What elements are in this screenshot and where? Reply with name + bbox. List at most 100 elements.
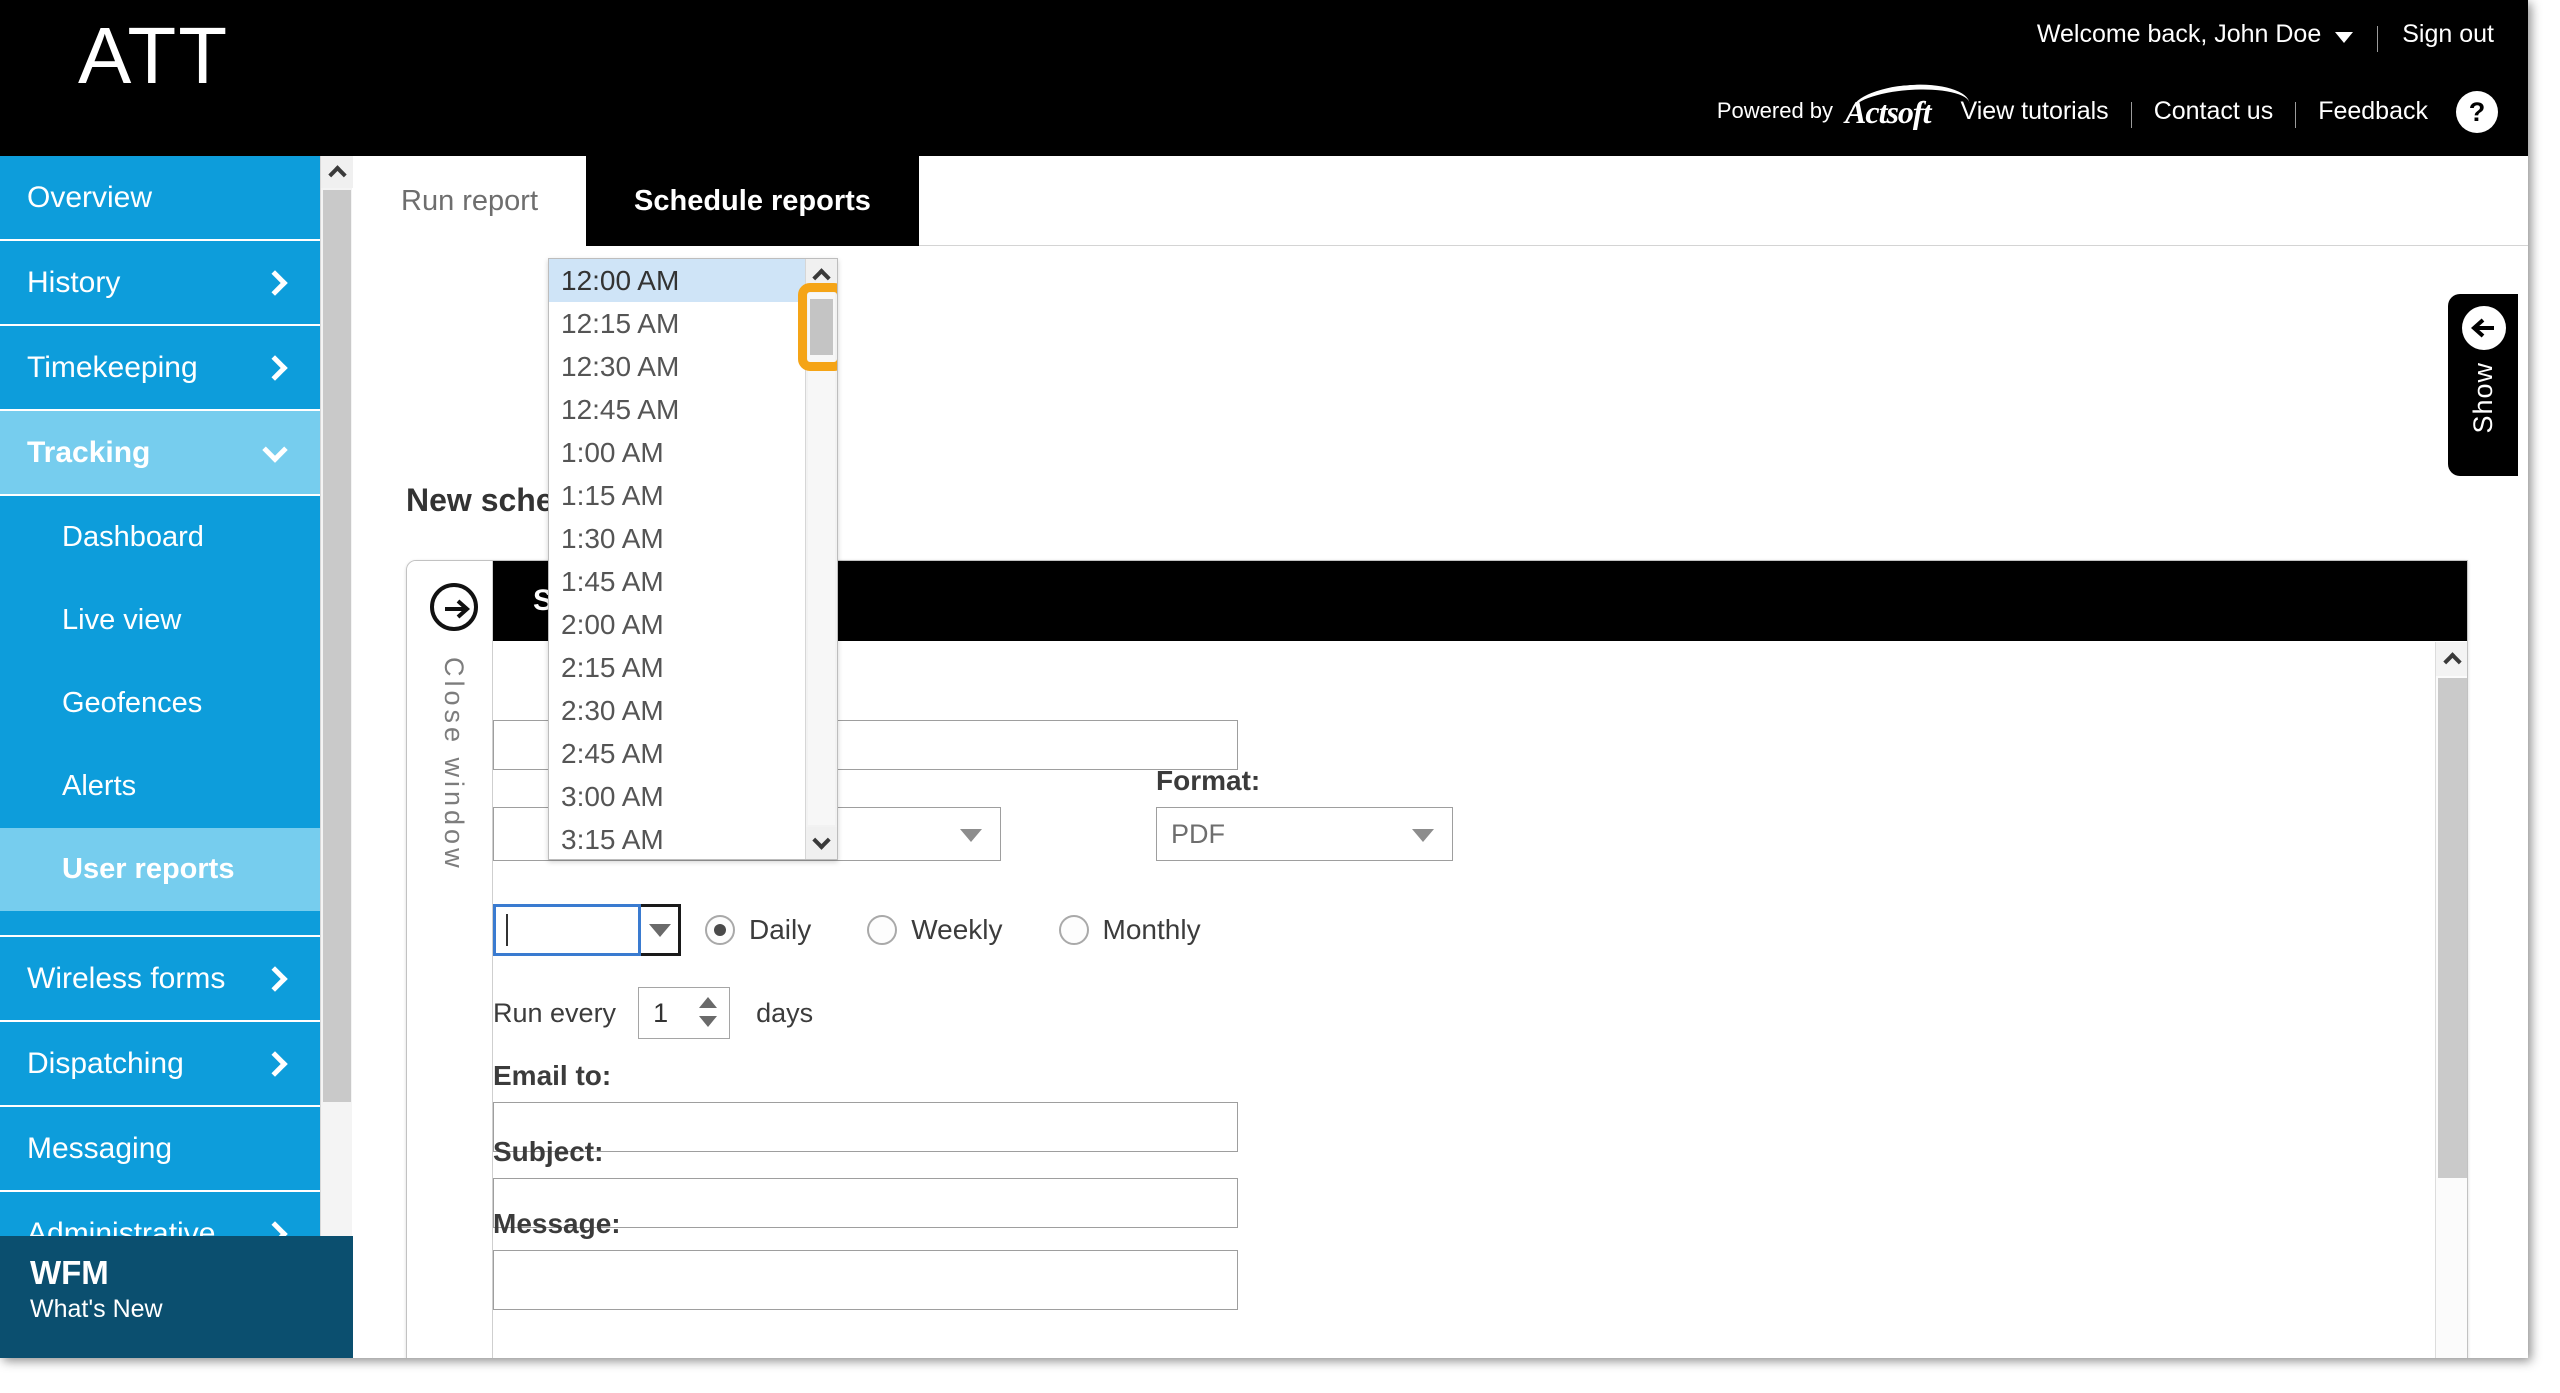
sidebar-item-label: History [27, 265, 121, 299]
time-option[interactable]: 12:45 AM [549, 388, 805, 431]
sidebar-item-label: Alerts [62, 770, 137, 802]
chevron-down-icon[interactable] [960, 829, 982, 842]
radio-button[interactable] [867, 915, 898, 945]
time-option[interactable]: 2:15 AM [549, 646, 805, 689]
dropdown-scroll-track[interactable] [808, 293, 835, 825]
header-divider [2377, 25, 2379, 52]
time-option[interactable]: 1:30 AM [549, 517, 805, 560]
sidebar-item-live-view[interactable]: Live view [0, 579, 320, 662]
run-every-suffix-label: days [756, 997, 814, 1028]
email-to-input[interactable] [493, 1102, 1238, 1152]
radio-weekly[interactable]: Weekly [867, 914, 1003, 946]
help-icon[interactable]: ? [2456, 91, 2498, 133]
sidebar-item-wireless-forms[interactable]: Wireless forms [0, 937, 320, 1022]
message-label: Message: [493, 1208, 621, 1239]
scroll-up-icon[interactable] [806, 259, 837, 291]
tab-schedule-reports[interactable]: Schedule reports [586, 156, 919, 246]
time-input[interactable] [493, 904, 641, 956]
time-option[interactable]: 2:30 AM [549, 689, 805, 732]
time-option[interactable]: 2:00 AM [549, 603, 805, 646]
contact-us-link[interactable]: Contact us [2154, 97, 2274, 126]
dropdown-scrollbar[interactable] [798, 259, 837, 859]
panel-scrollbar[interactable] [2435, 642, 2467, 1358]
app-root: ATT Welcome back, John Doe Sign out Powe… [0, 0, 2560, 1393]
sidebar-item-dashboard[interactable]: Dashboard [0, 496, 320, 579]
sidebar-item-alerts[interactable]: Alerts [0, 745, 320, 828]
feedback-link[interactable]: Feedback [2318, 97, 2428, 126]
chevron-right-icon [262, 965, 288, 992]
time-option[interactable]: 1:15 AM [549, 474, 805, 517]
scroll-down-icon[interactable] [806, 827, 837, 859]
format-label: Format: [1156, 765, 1261, 796]
close-window-tab[interactable]: Close window [407, 561, 493, 1358]
page-frame: ATT Welcome back, John Doe Sign out Powe… [0, 0, 2528, 1358]
welcome-label[interactable]: Welcome back, John Doe [2037, 20, 2321, 49]
sidebar-nav-list: Overview History Timekeeping Tracking Dashbo… [0, 156, 320, 1277]
sidebar-item-timekeeping[interactable]: Timekeeping [0, 326, 320, 411]
sidebar-item-history[interactable]: History [0, 241, 320, 326]
wfm-subtitle[interactable]: What's New [30, 1295, 356, 1324]
message-textarea[interactable] [493, 1250, 1238, 1310]
sidebar-item-messaging[interactable]: Messaging [0, 1107, 320, 1192]
sidebar-scrollbar[interactable] [320, 156, 353, 1358]
tab-run-report[interactable]: Run report [353, 156, 587, 246]
time-option[interactable]: 3:15 AM [549, 818, 805, 859]
sidebar-item-label: Dashboard [62, 521, 204, 553]
format-select[interactable]: PDF [1156, 807, 1453, 861]
sidebar-item-tracking[interactable]: Tracking [0, 411, 320, 496]
report-tabs: Run report Schedule reports [353, 156, 2528, 246]
run-every-stepper[interactable]: 1 [638, 987, 731, 1039]
sidebar-item-geofences[interactable]: Geofences [0, 662, 320, 745]
show-panel-tab[interactable]: Show [2448, 294, 2518, 476]
sidebar-item-label: Tracking [27, 435, 151, 469]
scroll-up-icon[interactable] [321, 156, 353, 188]
stepper-down-icon[interactable] [699, 1016, 718, 1027]
panel-scroll-thumb[interactable] [2438, 678, 2467, 1178]
brand-logo[interactable]: ATT [78, 16, 229, 96]
arrow-left-icon[interactable] [2462, 306, 2506, 350]
dropdown-scroll-thumb[interactable] [798, 283, 837, 371]
radio-button[interactable] [705, 915, 735, 945]
powered-by-label: Powered by [1716, 98, 1834, 123]
chevron-right-icon [262, 269, 288, 296]
time-option[interactable]: 12:15 AM [549, 302, 805, 345]
format-select-value: PDF [1171, 818, 1225, 849]
close-window-label: Close window [439, 657, 469, 872]
radio-label: Weekly [911, 914, 1003, 945]
view-tutorials-link[interactable]: View tutorials [1960, 97, 2108, 126]
sidebar-item-overview[interactable]: Overview [0, 156, 320, 241]
radio-label: Monthly [1102, 914, 1201, 945]
time-dropdown-button[interactable] [641, 904, 681, 956]
sidebar-item-user-reports[interactable]: User reports [0, 828, 320, 911]
close-window-icon[interactable] [430, 583, 478, 631]
radio-button[interactable] [1058, 915, 1089, 945]
time-option[interactable]: 3:00 AM [549, 775, 805, 818]
sign-out-link[interactable]: Sign out [2402, 20, 2494, 49]
stepper-arrows[interactable] [699, 997, 718, 1027]
stepper-up-icon[interactable] [699, 997, 718, 1008]
radio-daily[interactable]: Daily [705, 914, 811, 946]
time-option[interactable]: 12:30 AM [549, 345, 805, 388]
wfm-whats-new-panel[interactable]: WFM What's New [0, 1236, 356, 1358]
app-header: ATT Welcome back, John Doe Sign out Powe… [0, 0, 2528, 156]
show-panel-label: Show [2468, 362, 2498, 434]
time-dropdown-list[interactable]: 12:00 AM 12:15 AM 12:30 AM 12:45 AM 1:00 AM 1… [548, 258, 838, 860]
chevron-down-icon[interactable] [2335, 32, 2354, 43]
header-links-row: Powered by Actsoft View tutorials Contac… [1716, 90, 2498, 133]
chevron-right-icon [262, 354, 288, 381]
time-combobox[interactable] [493, 904, 681, 956]
sidebar-item-label: Dispatching [27, 1046, 184, 1080]
sidebar-item-dispatching[interactable]: Dispatching [0, 1022, 320, 1107]
sidebar-item-label: Geofences [62, 687, 203, 719]
radio-monthly[interactable]: Monthly [1058, 914, 1201, 946]
time-option[interactable]: 12:00 AM [549, 259, 805, 302]
actsoft-logo: Actsoft [1845, 93, 1931, 130]
time-option[interactable]: 2:45 AM [549, 732, 805, 775]
sidebar-scroll-thumb[interactable] [323, 190, 351, 1102]
recurrence-radio-group: Daily Weekly Monthly [705, 914, 1257, 946]
time-option[interactable]: 1:45 AM [549, 560, 805, 603]
scroll-up-icon[interactable] [2436, 642, 2467, 676]
time-option[interactable]: 1:00 AM [549, 431, 805, 474]
chevron-down-icon[interactable] [1412, 829, 1434, 842]
chevron-down-icon [648, 923, 671, 937]
